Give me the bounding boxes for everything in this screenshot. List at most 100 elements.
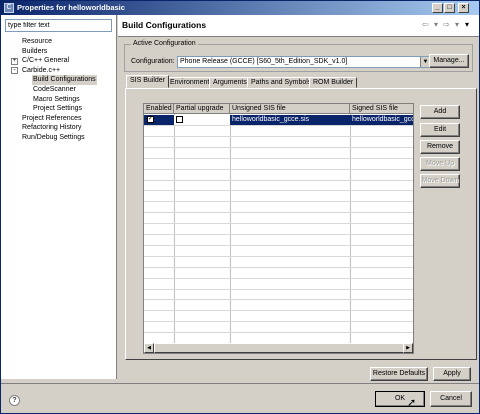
- column-signed-sis[interactable]: Signed SIS file: [350, 104, 413, 114]
- horizontal-scrollbar[interactable]: ◀ ▶: [144, 343, 413, 353]
- back-menu-icon[interactable]: ▾: [434, 20, 438, 29]
- grid-row-line: [144, 168, 413, 170]
- forward-arrow-icon[interactable]: ⇨: [443, 20, 450, 29]
- grid-row-line: [144, 212, 413, 214]
- scroll-right-icon[interactable]: ▶: [403, 343, 413, 353]
- grid-row-line: [144, 146, 413, 148]
- grid-row-line: [144, 244, 413, 246]
- unsigned-sis-cell[interactable]: helloworldbasic_gcce.sis: [230, 115, 350, 125]
- back-arrow-icon[interactable]: ⇦: [422, 20, 429, 29]
- maximize-icon[interactable]: □: [444, 3, 455, 13]
- tree-item-label: Builders: [22, 47, 48, 55]
- remove-button[interactable]: Remove: [420, 140, 460, 154]
- mouse-cursor-icon: ➚: [407, 397, 417, 409]
- title-bar[interactable]: C Properties for helloworldbasic _ □ ×: [1, 1, 479, 15]
- window-title: Properties for helloworldbasic: [17, 3, 125, 12]
- tree-item-label: Project Settings: [33, 105, 83, 113]
- forward-menu-icon[interactable]: ▾: [455, 20, 459, 29]
- active-configuration-group: Active Configuration Configuration: Phon…: [124, 40, 473, 72]
- grid-row-line: [144, 310, 413, 312]
- minimize-icon[interactable]: _: [432, 3, 443, 13]
- help-icon[interactable]: ?: [9, 395, 20, 406]
- signed-sis-cell[interactable]: helloworldbasic_gcce: [350, 115, 413, 125]
- close-icon[interactable]: ×: [458, 3, 469, 13]
- grid-row-line: [144, 277, 413, 279]
- grid-row-line: [144, 321, 413, 323]
- tree-item-label: Run/Debug Settings: [22, 133, 85, 141]
- properties-dialog: C Properties for helloworldbasic _ □ × R…: [0, 0, 480, 414]
- grid-row-line: [144, 255, 413, 257]
- column-enabled[interactable]: Enabled: [144, 104, 174, 114]
- cancel-button[interactable]: Cancel: [430, 391, 472, 407]
- carbide-icon: C: [4, 3, 14, 13]
- move-up-button[interactable]: Move Up: [420, 157, 460, 171]
- tree-item[interactable]: Project References: [1, 114, 117, 124]
- page-title: Build Configurations: [122, 20, 207, 30]
- column-unsigned-sis[interactable]: Unsigned SIS file: [230, 104, 350, 114]
- expand-icon[interactable]: +: [11, 57, 18, 65]
- grid-row-line: [144, 288, 413, 290]
- group-legend: Active Configuration: [131, 40, 198, 47]
- tab-arguments[interactable]: Arguments: [209, 77, 251, 88]
- tree-item-label: Build Configurations: [32, 75, 97, 85]
- grid-row-line: [144, 332, 413, 334]
- grid-row-line: [144, 190, 413, 192]
- add-button[interactable]: Add: [420, 105, 460, 119]
- configuration-label: Configuration:: [131, 58, 175, 65]
- page-header: Build Configurations ⇦ ▾ ⇨ ▾ ▾: [118, 15, 479, 37]
- grid-row-line: [144, 223, 413, 225]
- tree-item-label: Refactoring History: [22, 124, 82, 132]
- tree-item-label: Resource: [22, 38, 52, 45]
- tree-item[interactable]: + C/C++ General: [1, 56, 117, 66]
- enabled-checkbox[interactable]: ✓: [147, 116, 154, 123]
- tree-item[interactable]: CodeScanner: [1, 85, 117, 95]
- grid-row-line: [144, 299, 413, 301]
- partial-upgrade-checkbox[interactable]: [176, 116, 183, 123]
- view-menu-icon[interactable]: ▾: [465, 20, 469, 29]
- tree-item[interactable]: Refactoring History: [1, 123, 117, 133]
- edit-button[interactable]: Edit: [420, 123, 460, 137]
- grid-column-line: [174, 114, 175, 343]
- tree-item[interactable]: Project Settings: [1, 104, 117, 114]
- filter-input[interactable]: [5, 19, 112, 32]
- configuration-value: Phone Release (GCCE) [S60_5th_Edition_SD…: [180, 58, 348, 65]
- grid-row-line: [144, 234, 413, 235]
- tree-item-label: Macro Settings: [33, 95, 80, 103]
- tree-item[interactable]: Run/Debug Settings: [1, 133, 117, 143]
- grid-row-line: [144, 179, 413, 181]
- separator: [1, 383, 479, 384]
- navigation-pane: Resource Builders + C/C++ General-Carbide.c…: [1, 15, 117, 379]
- grid-row-line: [144, 266, 413, 268]
- grid-column-line: [350, 114, 351, 343]
- table-header: Enabled Partial upgrade Unsigned SIS fil…: [144, 104, 413, 114]
- tab-sis-builder[interactable]: SIS Builder: [126, 75, 170, 88]
- collapse-icon[interactable]: -: [11, 67, 18, 75]
- tab-paths-and-symbols[interactable]: Paths and Symbols: [247, 77, 316, 88]
- ok-button[interactable]: OK: [375, 391, 425, 407]
- grid-row-line: [144, 201, 413, 203]
- restore-defaults-button[interactable]: Restore Defaults: [370, 367, 428, 381]
- tree-item[interactable]: Resource: [1, 37, 117, 47]
- apply-button[interactable]: Apply: [433, 367, 471, 381]
- manage-button[interactable]: Manage...: [429, 54, 469, 68]
- tree-item[interactable]: Build Configurations: [1, 75, 117, 85]
- configuration-select[interactable]: Phone Release (GCCE) [S60_5th_Edition_SD…: [177, 56, 431, 68]
- tab-rom-builder[interactable]: ROM Builder: [309, 77, 358, 88]
- tree-item[interactable]: Macro Settings: [1, 95, 117, 105]
- sis-table[interactable]: Enabled Partial upgrade Unsigned SIS fil…: [143, 103, 414, 354]
- grid-row-line: [144, 157, 413, 159]
- column-partial-upgrade[interactable]: Partial upgrade: [174, 104, 230, 114]
- tree-item-label: CodeScanner: [33, 85, 76, 93]
- tree-item[interactable]: Builders: [1, 47, 117, 57]
- scroll-left-icon[interactable]: ◀: [144, 343, 154, 353]
- tab-environment[interactable]: Environment: [166, 77, 214, 88]
- table-row[interactable]: ✓ helloworldbasic_gcce.sis helloworldbas…: [144, 115, 413, 125]
- scroll-thumb[interactable]: [154, 343, 406, 353]
- enabled-cell[interactable]: ✓: [144, 115, 174, 125]
- grid-column-line: [230, 114, 231, 343]
- move-down-button[interactable]: Move Down: [420, 174, 460, 188]
- tree-item-label: C/C++ General: [22, 57, 70, 65]
- grid-row-line: [144, 135, 413, 137]
- tree-item[interactable]: - Carbide.c++: [1, 66, 117, 76]
- partial-upgrade-cell[interactable]: [174, 115, 230, 125]
